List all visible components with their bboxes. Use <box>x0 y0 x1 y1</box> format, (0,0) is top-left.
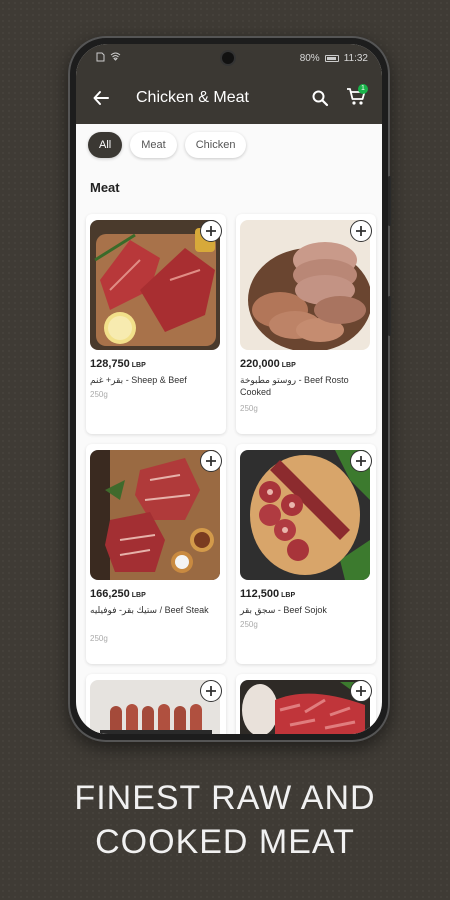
price-currency: LBP <box>131 592 146 599</box>
add-to-cart-button[interactable] <box>200 680 222 702</box>
product-price: 112,500 LBP <box>240 588 295 600</box>
product-weight: 250g <box>240 620 258 629</box>
price-value: 220,000 <box>240 358 280 370</box>
cart-button[interactable]: 1 <box>342 84 370 112</box>
price-currency: LBP <box>281 592 296 599</box>
plus-icon <box>356 686 366 696</box>
promo-line-2: COOKED MEAT <box>95 823 355 861</box>
product-card[interactable]: 112,500 LBP سجق بقر - Beef Sojok 250g <box>236 444 376 664</box>
product-weight: 250g <box>90 634 108 643</box>
price-currency: LBP <box>281 362 296 369</box>
sim-icon <box>96 52 105 65</box>
volume-button <box>388 176 391 226</box>
filter-chip-meat[interactable]: Meat <box>130 132 177 158</box>
section-title: Meat <box>90 180 120 195</box>
product-card[interactable] <box>86 674 226 734</box>
add-to-cart-button[interactable] <box>200 220 222 242</box>
product-price: 220,000 LBP <box>240 358 296 370</box>
wifi-icon <box>110 52 121 64</box>
product-card[interactable]: 166,250 LBP ستيك بقر- فوفيليه / Beef Stea… <box>86 444 226 664</box>
plus-icon <box>356 456 366 466</box>
add-to-cart-button[interactable] <box>200 450 222 472</box>
filter-chip-chicken[interactable]: Chicken <box>184 132 247 158</box>
product-name: بقر+ غنم - Sheep & Beef <box>90 375 187 385</box>
product-price: 128,750 LBP <box>90 358 146 370</box>
promo-headline: FINEST RAW AND COOKED MEAT <box>0 776 450 864</box>
phone-frame: 80% 11:32 Chicken & Meat 1 All Meat Chic… <box>68 36 391 742</box>
price-currency: LBP <box>131 362 146 369</box>
plus-icon <box>206 456 216 466</box>
filter-chip-all[interactable]: All <box>88 132 123 158</box>
product-image-sheep-beef <box>90 220 220 350</box>
product-image-beef-steak <box>90 450 220 580</box>
cart-count-badge: 1 <box>358 84 368 94</box>
price-value: 112,500 <box>240 588 280 600</box>
plus-icon <box>206 686 216 696</box>
add-to-cart-button[interactable] <box>350 680 372 702</box>
clock: 11:32 <box>343 52 368 64</box>
product-weight: 250g <box>240 404 258 413</box>
search-icon[interactable] <box>306 84 334 112</box>
product-price: 166,250 LBP <box>90 588 146 600</box>
promo-line-1: FINEST RAW AND <box>74 779 376 817</box>
app-screen: 80% 11:32 Chicken & Meat 1 All Meat Chic… <box>76 44 382 734</box>
filter-chips: All Meat Chicken <box>88 132 247 158</box>
product-name: ستيك بقر- فوفيليه / Beef Steak <box>90 605 209 615</box>
product-card[interactable] <box>236 674 376 734</box>
product-name: سجق بقر - Beef Sojok <box>240 605 327 615</box>
product-name: روستو مطبوخة - Beef Rosto Cooked <box>240 375 349 397</box>
plus-icon <box>356 226 366 236</box>
product-card[interactable]: 128,750 LBP بقر+ غنم - Sheep & Beef 250g <box>86 214 226 434</box>
app-bar: Chicken & Meat 1 <box>76 72 382 124</box>
product-weight: 250g <box>90 390 108 399</box>
product-card[interactable]: 220,000 LBP روستو مطبوخة - Beef Rosto Coo… <box>236 214 376 434</box>
add-to-cart-button[interactable] <box>350 220 372 242</box>
battery-icon <box>324 54 339 62</box>
battery-percent: 80% <box>299 52 320 64</box>
price-value: 128,750 <box>90 358 130 370</box>
product-image-beef-rosto <box>240 220 370 350</box>
add-to-cart-button[interactable] <box>350 450 372 472</box>
page-title: Chicken & Meat <box>136 89 249 106</box>
power-button <box>388 296 391 336</box>
front-camera <box>222 52 234 64</box>
plus-icon <box>206 226 216 236</box>
price-value: 166,250 <box>90 588 130 600</box>
product-image-beef-sojok <box>240 450 370 580</box>
back-arrow-icon[interactable] <box>88 85 114 111</box>
